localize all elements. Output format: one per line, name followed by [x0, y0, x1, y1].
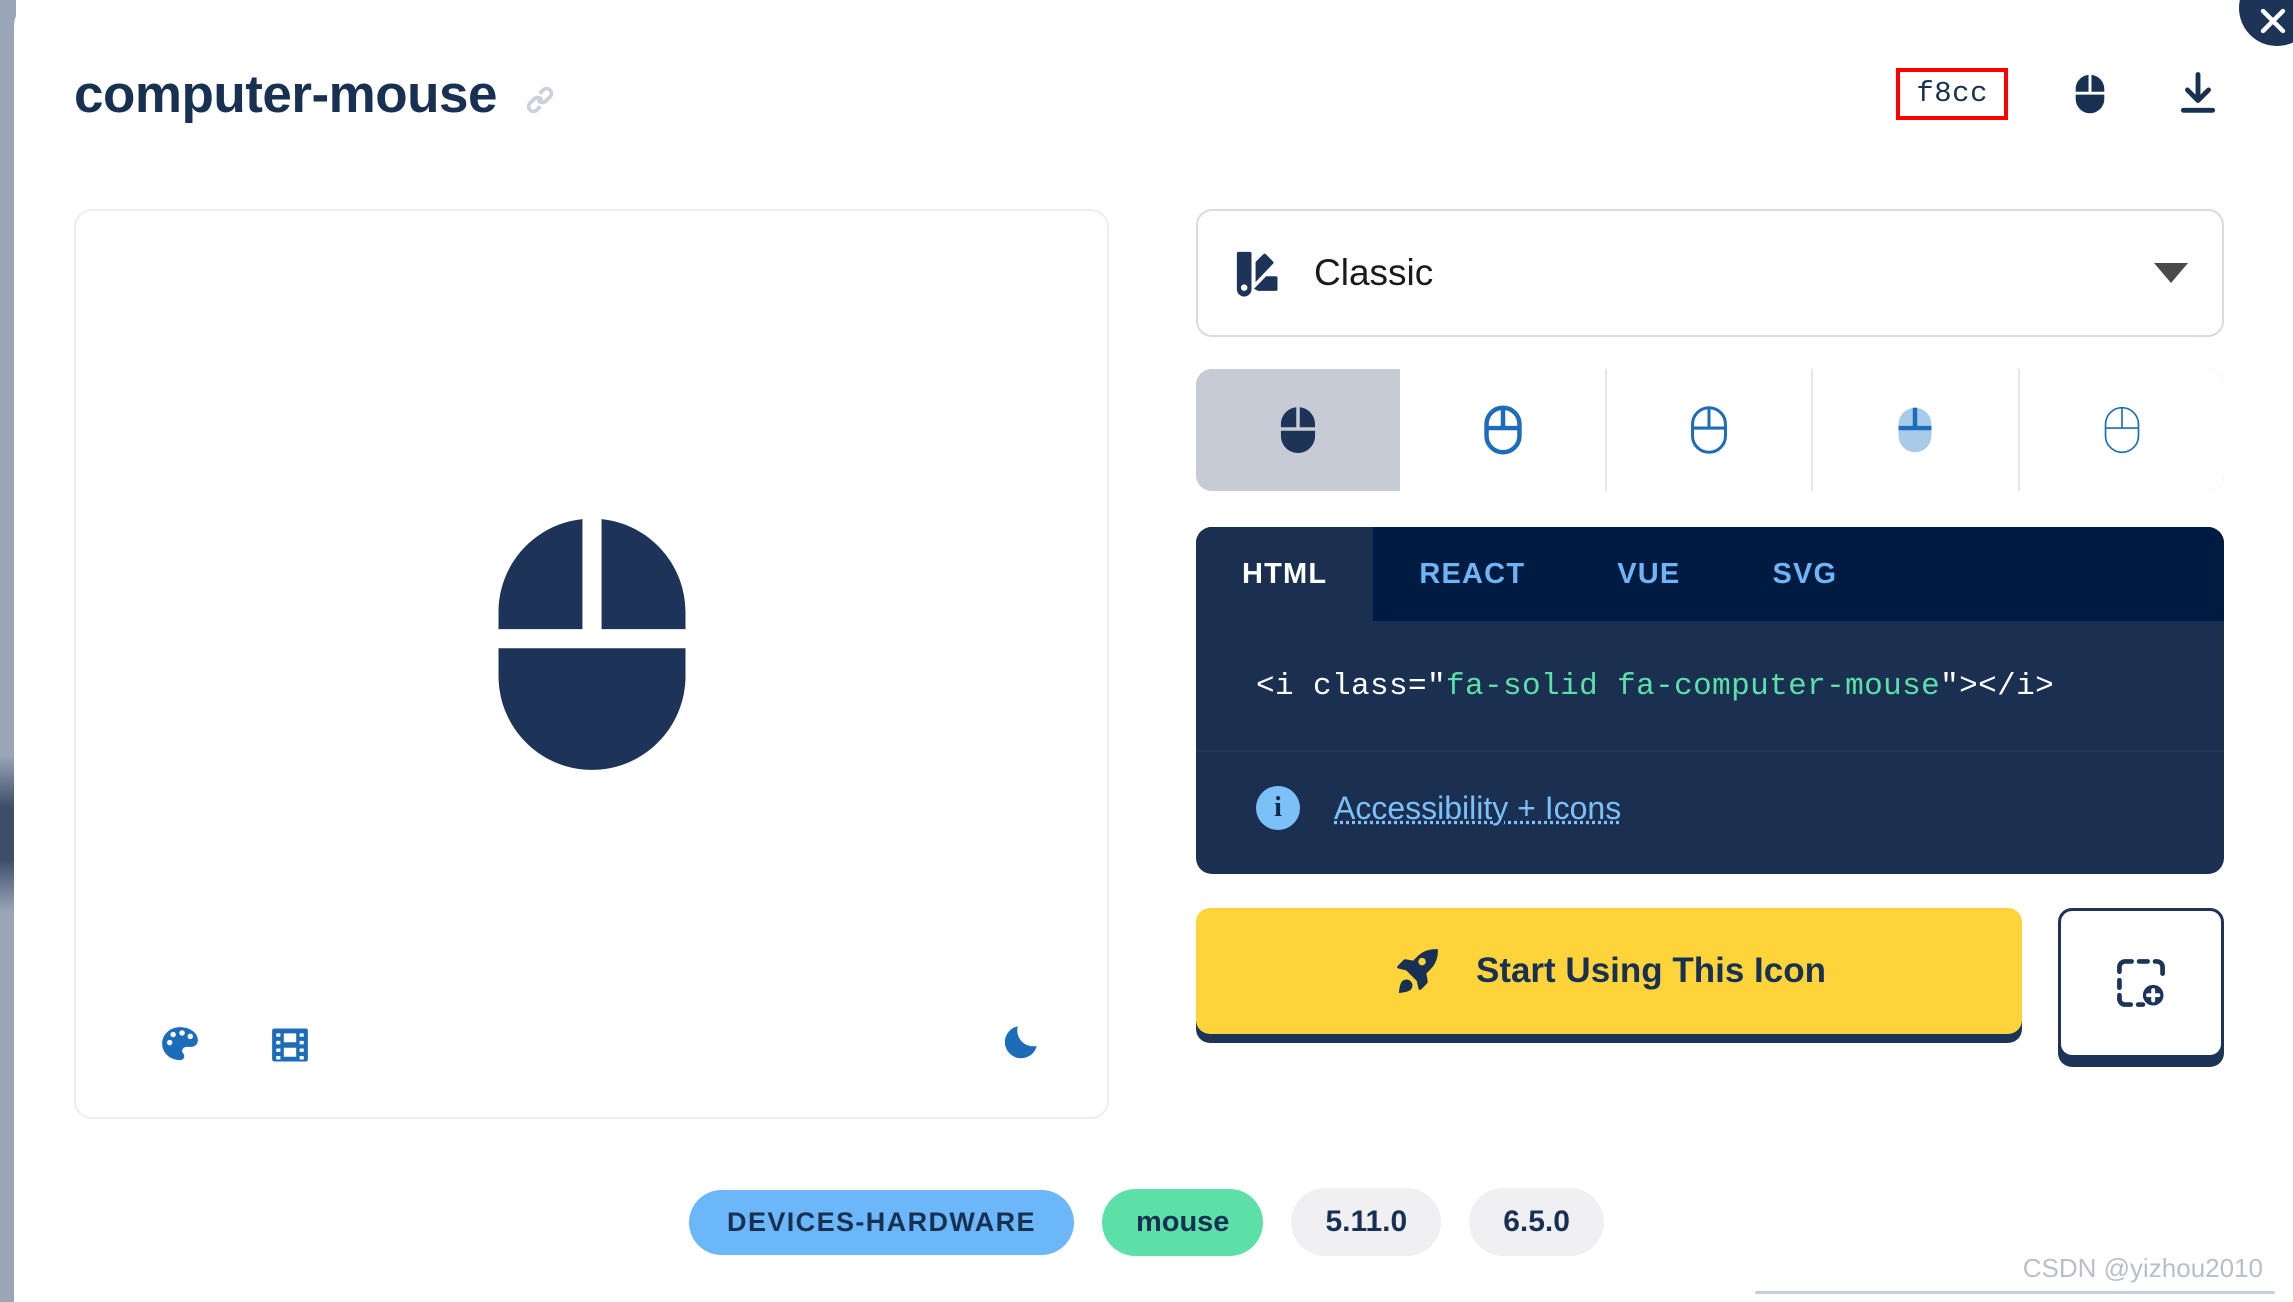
page-title: computer-mouse [74, 65, 497, 124]
style-variant-row [1196, 369, 2224, 491]
tag-version-5[interactable]: 5.11.0 [1291, 1188, 1442, 1256]
add-to-kit-button[interactable] [2058, 908, 2224, 1058]
mouse-thin-icon [2104, 406, 2140, 454]
variant-thin[interactable] [2019, 369, 2224, 491]
rocket-icon [1397, 948, 1438, 994]
tag-version-6[interactable]: 6.5.0 [1469, 1188, 1604, 1256]
tag-category[interactable]: DEVICES-HARDWARE [689, 1189, 1074, 1255]
code-snippet-body: <i class="fa-solid fa-computer-mouse"></… [1196, 621, 2224, 750]
title-group: computer-mouse [74, 68, 559, 121]
start-using-icon-button[interactable]: Start Using This Icon [1196, 908, 2022, 1034]
add-to-kit-icon [2117, 959, 2165, 1007]
swatch-palette-icon [1232, 247, 1284, 299]
mouse-regular-icon [1483, 405, 1522, 455]
dark-mode-toggle[interactable] [1001, 1018, 1045, 1062]
icon-preview-card [74, 209, 1109, 1119]
variant-solid[interactable] [1196, 369, 1401, 491]
variant-duotone[interactable] [1813, 369, 2020, 491]
color-palette-tool[interactable] [158, 1023, 202, 1067]
mouse-solid-icon [1281, 407, 1316, 453]
variant-light[interactable] [1606, 369, 1814, 491]
style-family-select[interactable]: Classic [1196, 209, 2224, 337]
film-icon [272, 1028, 308, 1062]
header-actions: f8cc [1896, 68, 2224, 121]
code-prefix: <i class= [1256, 669, 1428, 704]
start-using-icon-label: Start Using This Icon [1475, 951, 1827, 990]
tab-vue[interactable]: VUE [1571, 527, 1726, 621]
bottom-divider [1755, 1291, 2275, 1294]
code-classes: fa-solid fa-computer-mouse [1446, 669, 1941, 704]
code-quote-close: " [1940, 669, 1960, 704]
style-family-value: Classic [1314, 252, 1434, 293]
preview-tools [158, 1023, 312, 1067]
tag-row: DEVICES-HARDWARE mouse 5.11.0 6.5.0 [0, 1188, 2293, 1256]
tab-svg[interactable]: SVG [1726, 527, 1883, 621]
code-suffix: ></i> [1959, 669, 2055, 704]
preview-dark-toggle-wrap [1001, 1018, 1045, 1067]
tab-react[interactable]: REACT [1373, 527, 1571, 621]
computer-mouse-solid-icon [498, 519, 685, 770]
info-icon: i [1256, 786, 1300, 830]
tag-alias[interactable]: mouse [1101, 1188, 1264, 1256]
animation-tool[interactable] [268, 1023, 312, 1067]
chevron-down-icon [2154, 263, 2188, 283]
icon-preview-glyph-wrap [76, 211, 1107, 1117]
download-icon [2180, 72, 2216, 113]
computer-mouse-icon [2075, 75, 2105, 114]
code-panel: HTML REACT VUE SVG <i class="fa-solid fa… [1196, 527, 2224, 874]
code-quote-open: " [1427, 669, 1447, 704]
code-tabs: HTML REACT VUE SVG [1196, 527, 2224, 621]
right-panel: Classic HTML REACT VUE SVG <i class="fa-… [1196, 209, 2224, 1058]
accessibility-row: i Accessibility + Icons [1196, 752, 2224, 874]
icon-preview-button[interactable] [2064, 68, 2116, 120]
link-icon[interactable] [521, 81, 559, 119]
action-row: Start Using This Icon [1196, 908, 2224, 1058]
unicode-value[interactable]: f8cc [1896, 68, 2008, 121]
close-asterisk-icon [2260, 8, 2286, 34]
tab-html[interactable]: HTML [1196, 527, 1374, 621]
code-snippet[interactable]: <i class="fa-solid fa-computer-mouse"></… [1256, 669, 2164, 704]
mouse-light-icon [1691, 406, 1727, 454]
variant-regular[interactable] [1400, 369, 1607, 491]
mouse-duotone-icon [1898, 407, 1932, 453]
palette-icon [162, 1027, 198, 1061]
accessibility-link[interactable]: Accessibility + Icons [1334, 790, 1621, 827]
watermark: CSDN @yizhou2010 [2022, 1253, 2263, 1283]
moon-icon [1004, 1026, 1037, 1059]
icon-detail-page: computer-mouse f8cc Classic HTML REACT V… [0, 0, 2293, 1302]
header: computer-mouse f8cc [74, 68, 2224, 148]
download-button[interactable] [2172, 68, 2224, 120]
